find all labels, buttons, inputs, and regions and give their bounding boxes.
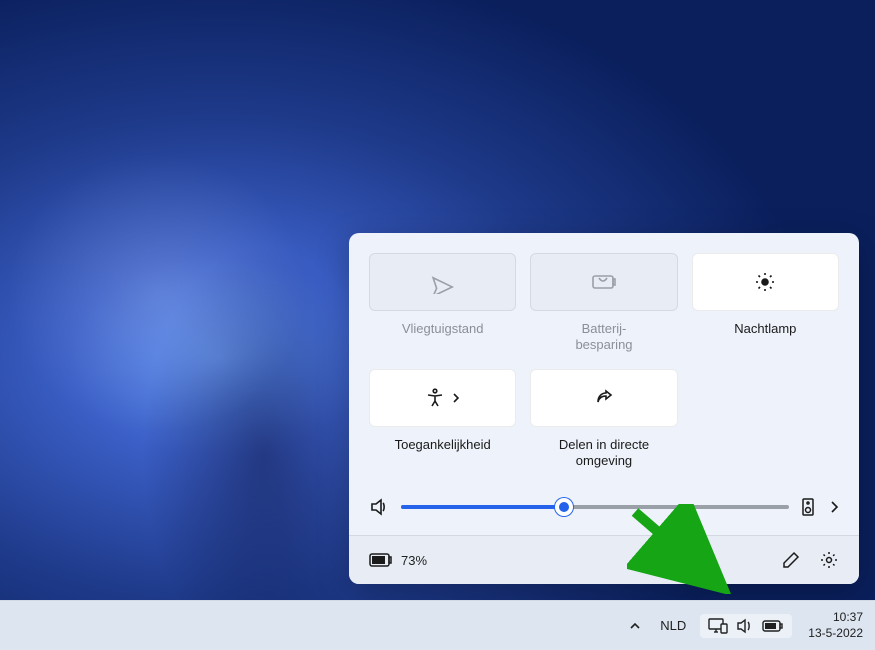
quick-settings-panel: Vliegtuigstand Batterij- besparing Nacht… [349, 233, 859, 584]
nearby-sharing-label: Delen in directe omgeving [530, 437, 677, 471]
quick-tiles-grid: Vliegtuigstand Batterij- besparing Nacht… [369, 253, 839, 471]
date-text: 13-5-2022 [808, 626, 863, 642]
battery-saver-label: Batterij- besparing [575, 321, 632, 355]
footer-actions [781, 550, 839, 570]
battery-percent-text: 73% [401, 553, 427, 568]
battery-icon [369, 552, 393, 568]
battery-saver-icon [591, 273, 617, 291]
speaker-icon [369, 497, 389, 517]
airplane-mode-button[interactable] [369, 253, 516, 311]
gear-icon [820, 551, 838, 569]
chevron-up-icon [629, 621, 641, 631]
system-tray-group[interactable] [700, 614, 792, 638]
clock-button[interactable]: 10:37 13-5-2022 [800, 610, 863, 641]
airplane-icon [431, 270, 455, 294]
night-light-button[interactable] [692, 253, 839, 311]
volume-fill [401, 505, 564, 509]
panel-footer: 73% [349, 535, 859, 584]
nearby-sharing-button[interactable] [530, 369, 677, 427]
tile-nearby-sharing: Delen in directe omgeving [530, 369, 677, 471]
chevron-right-icon [451, 393, 461, 403]
share-icon [594, 388, 614, 408]
airplane-mode-label: Vliegtuigstand [402, 321, 484, 355]
night-light-label: Nachtlamp [734, 321, 796, 355]
battery-status-button[interactable]: 73% [369, 552, 427, 568]
chevron-right-icon[interactable] [829, 500, 839, 514]
accessibility-label: Toegankelijkheid [395, 437, 491, 471]
battery-saver-button[interactable] [530, 253, 677, 311]
edit-button[interactable] [781, 550, 801, 570]
time-text: 10:37 [808, 610, 863, 626]
night-light-icon [754, 271, 776, 293]
tile-night-light: Nachtlamp [692, 253, 839, 355]
network-icon [708, 618, 728, 634]
volume-track [401, 505, 789, 509]
output-device-icon[interactable] [801, 497, 817, 517]
language-indicator[interactable]: NLD [654, 618, 692, 633]
tile-accessibility: Toegankelijkheid [369, 369, 516, 471]
battery-tray-icon [762, 619, 784, 633]
accessibility-button[interactable] [369, 369, 516, 427]
pencil-icon [782, 551, 800, 569]
accessibility-icon [425, 388, 445, 408]
volume-row [369, 497, 839, 517]
speaker-tray-icon [736, 618, 754, 634]
volume-thumb[interactable] [555, 498, 573, 516]
tray-overflow-button[interactable] [624, 615, 646, 637]
tile-airplane-mode: Vliegtuigstand [369, 253, 516, 355]
settings-button[interactable] [819, 550, 839, 570]
taskbar: NLD 10:37 13-5-2022 [0, 600, 875, 650]
tile-battery-saver: Batterij- besparing [530, 253, 677, 355]
volume-slider[interactable] [401, 498, 789, 516]
